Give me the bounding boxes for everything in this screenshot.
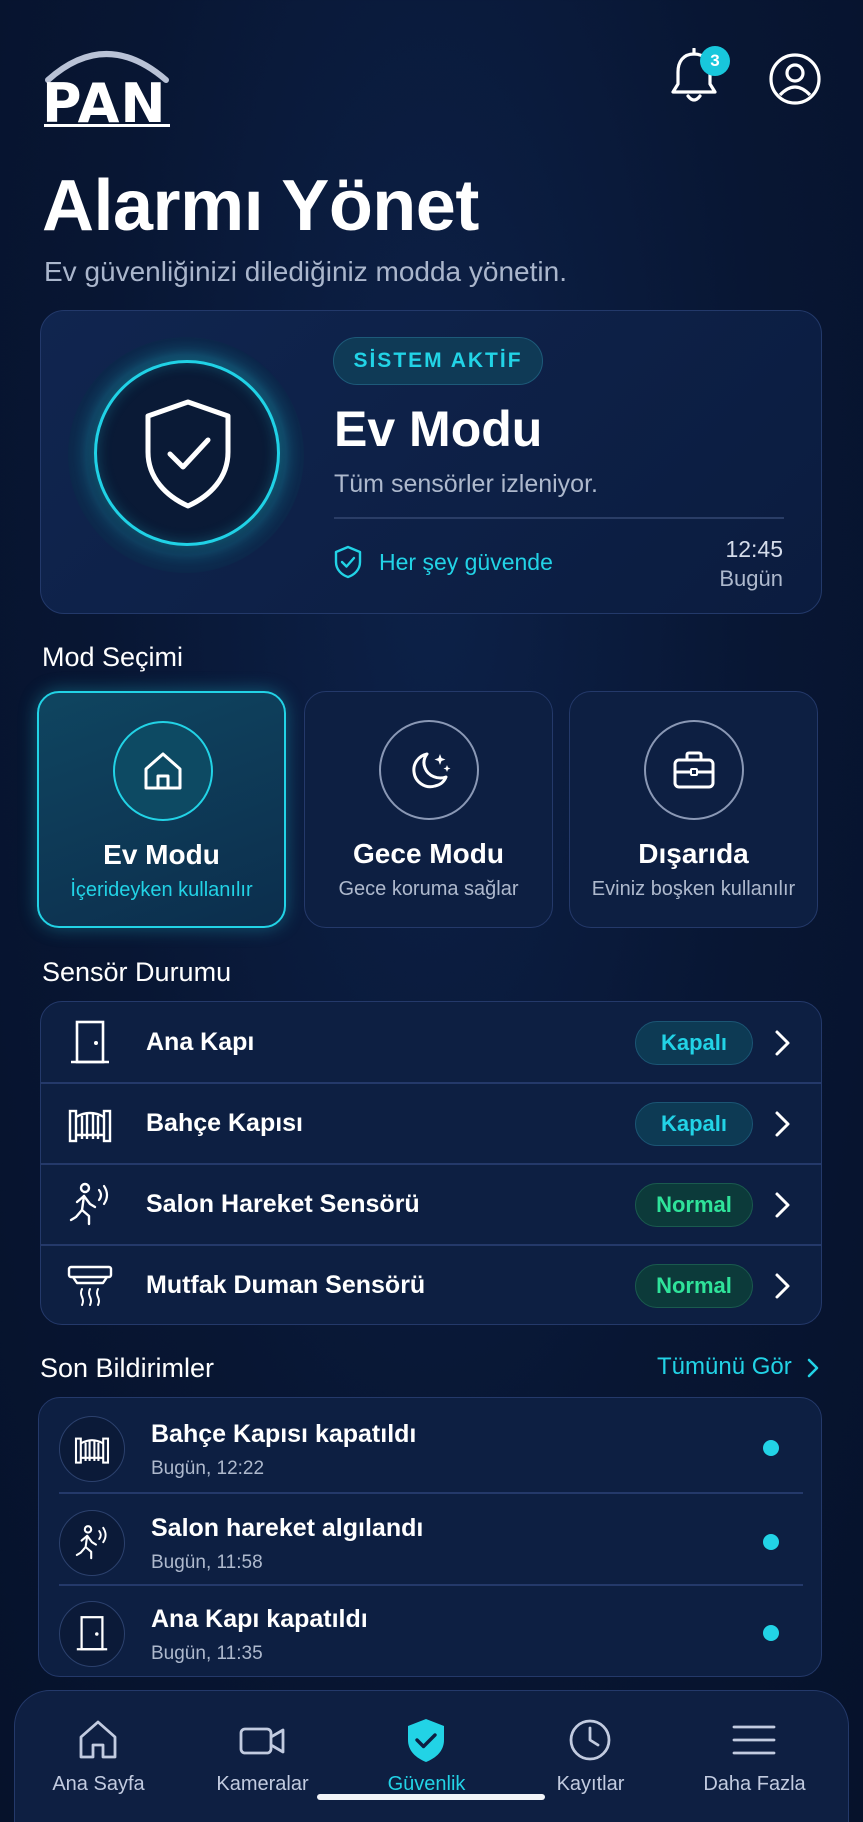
logo-underline — [44, 124, 170, 127]
unread-dot — [763, 1440, 779, 1456]
nav-label: Daha Fazla — [703, 1773, 806, 1795]
briefcase-icon — [673, 751, 715, 789]
mode-name: Dışarıda — [638, 838, 749, 869]
sensor-section-title: Sensör Durumu — [42, 957, 232, 987]
current-mode-description: Tüm sensörler izleniyor. — [334, 470, 598, 498]
sensor-row-ana-kapi[interactable]: Ana Kapı Kapalı — [41, 1002, 821, 1083]
status-day: Bugün — [719, 566, 783, 591]
notification-time: Bugün, 11:35 — [151, 1643, 263, 1664]
chevron-right-icon — [775, 1192, 790, 1218]
shield-safe-icon — [334, 545, 362, 579]
nav-item-guvenlik[interactable]: Güvenlik — [343, 1691, 510, 1811]
notification-badge: 3 — [700, 46, 730, 76]
sensor-status-badge: Kapalı — [635, 1102, 753, 1146]
chevron-right-icon — [775, 1273, 790, 1299]
chevron-right-icon — [775, 1111, 790, 1137]
notification-time: Bugün, 12:22 — [151, 1458, 265, 1479]
notifications-button[interactable]: 3 — [668, 46, 730, 104]
gate-icon — [68, 1109, 112, 1143]
mode-section-title: Mod Seçimi — [42, 642, 184, 672]
moon-icon — [412, 752, 451, 789]
notifications-section-title: Son Bildirimler — [40, 1353, 215, 1383]
notification-time: Bugün, 11:58 — [151, 1552, 263, 1573]
sensor-name: Mutfak Duman Sensörü — [146, 1271, 426, 1299]
page-title: Alarmı Yönet — [42, 166, 479, 246]
home-icon — [144, 752, 182, 790]
status-time: 12:45 — [725, 536, 783, 562]
current-mode-title: Ev Modu — [334, 401, 543, 457]
mode-subtitle: Gece koruma sağlar — [338, 878, 519, 900]
notification-item[interactable]: Bahçe Kapısı kapatıldı Bugün, 12:22 — [39, 1398, 821, 1490]
see-all-link[interactable]: Tümünü Gör — [657, 1353, 792, 1381]
menu-icon — [732, 1725, 776, 1755]
sensor-row-salon-hareket[interactable]: Salon Hareket Sensörü Normal — [41, 1164, 821, 1245]
shield-check-icon — [408, 1719, 444, 1762]
mode-card-ev[interactable]: Ev Modu İçerideyken kullanılır — [37, 691, 286, 928]
notification-list: Bahçe Kapısı kapatıldı Bugün, 12:22 Salo… — [38, 1397, 822, 1677]
sensor-name: Salon Hareket Sensörü — [146, 1190, 420, 1218]
unread-dot — [763, 1534, 779, 1550]
safe-status-text: Her şey güvende — [379, 549, 553, 575]
page-subtitle: Ev güvenliğinizi dilediğiniz modda yönet… — [44, 256, 567, 287]
notification-icon-circle — [59, 1416, 125, 1482]
motion-icon — [69, 1182, 109, 1226]
system-active-badge: SİSTEM AKTİF — [333, 337, 543, 385]
mode-card-disarida[interactable]: Dışarıda Eviniz boşken kullanılır — [569, 691, 818, 928]
sensor-status-badge: Normal — [635, 1183, 753, 1227]
sensor-status-badge: Normal — [635, 1264, 753, 1308]
mode-subtitle: İçerideyken kullanılır — [70, 879, 253, 901]
camera-icon — [239, 1727, 285, 1755]
smoke-detector-icon — [67, 1265, 113, 1306]
mode-subtitle: Eviniz boşken kullanılır — [591, 878, 796, 900]
nav-item-kameralar[interactable]: Kameralar — [179, 1691, 346, 1811]
chevron-right-icon — [775, 1030, 790, 1056]
brand-logo[interactable]: PAN — [42, 36, 172, 135]
profile-button[interactable] — [769, 53, 821, 105]
notification-icon-circle — [59, 1510, 125, 1576]
sensor-name: Ana Kapı — [146, 1028, 255, 1056]
mode-icon-circle — [644, 720, 744, 820]
chevron-right-icon[interactable] — [806, 1357, 820, 1379]
nav-item-daha-fazla[interactable]: Daha Fazla — [671, 1691, 838, 1811]
mode-icon-circle — [113, 721, 213, 821]
nav-item-ana-sayfa[interactable]: Ana Sayfa — [15, 1691, 182, 1811]
motion-icon — [75, 1525, 107, 1560]
notification-icon-circle — [59, 1601, 125, 1667]
door-icon — [76, 1616, 108, 1651]
sensor-row-bahce-kapisi[interactable]: Bahçe Kapısı Kapalı — [41, 1083, 821, 1164]
mode-icon-circle — [379, 720, 479, 820]
nav-label: Ana Sayfa — [52, 1773, 145, 1795]
sensor-status-badge: Kapalı — [635, 1021, 753, 1065]
notification-title: Ana Kapı kapatıldı — [151, 1605, 368, 1633]
unread-dot — [763, 1625, 779, 1641]
mode-name: Ev Modu — [103, 839, 220, 870]
nav-label: Kayıtlar — [556, 1773, 625, 1795]
clock-icon — [569, 1719, 611, 1761]
door-icon — [71, 1020, 109, 1064]
notification-item[interactable]: Ana Kapı kapatıldı Bugün, 11:35 — [39, 1583, 821, 1675]
mode-name: Gece Modu — [353, 838, 504, 869]
bottom-navigation: Ana Sayfa Kameralar Güvenlik Kayıtlar Da… — [14, 1690, 849, 1822]
user-icon — [769, 53, 821, 105]
gate-icon — [74, 1437, 110, 1464]
card-divider — [334, 517, 784, 519]
mode-card-gece[interactable]: Gece Modu Gece koruma sağlar — [304, 691, 553, 928]
home-indicator[interactable] — [317, 1794, 545, 1800]
sensor-name: Bahçe Kapısı — [146, 1109, 304, 1137]
notification-item[interactable]: Salon hareket algılandı Bugün, 11:58 — [39, 1492, 821, 1584]
nav-item-kayitlar[interactable]: Kayıtlar — [507, 1691, 674, 1811]
nav-label: Güvenlik — [387, 1773, 466, 1795]
notification-title: Bahçe Kapısı kapatıldı — [151, 1420, 417, 1448]
home-icon — [79, 1720, 117, 1759]
shield-check-icon — [145, 399, 231, 509]
nav-label: Kameralar — [216, 1773, 309, 1795]
sensor-row-mutfak-duman[interactable]: Mutfak Duman Sensörü Normal — [41, 1245, 821, 1324]
notification-title: Salon hareket algılandı — [151, 1514, 424, 1542]
sensor-list: Ana Kapı Kapalı Bahçe Kapısı Kapalı Salo… — [40, 1001, 822, 1325]
